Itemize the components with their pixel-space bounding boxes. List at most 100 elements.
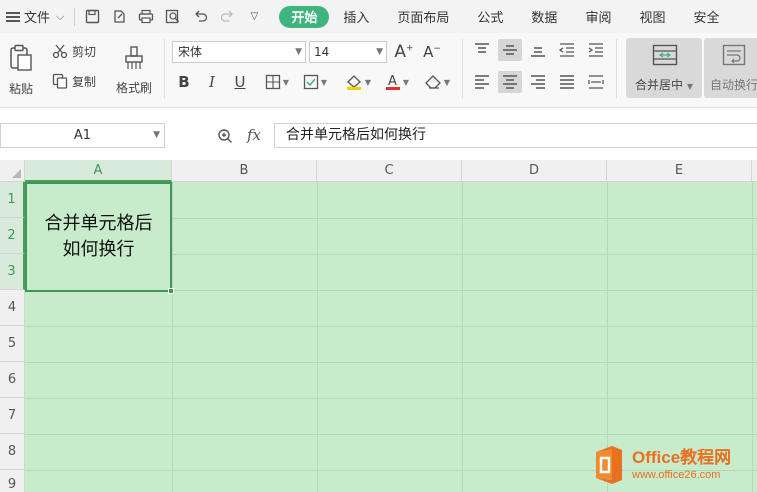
tab-view[interactable]: 视图	[625, 6, 679, 28]
justify-button[interactable]	[556, 71, 578, 93]
tab-security[interactable]: 安全	[679, 6, 733, 28]
copy-icon	[52, 73, 68, 89]
increase-font-button[interactable]: A+	[393, 41, 415, 63]
align-bottom-button[interactable]	[527, 39, 549, 61]
decrease-indent-button[interactable]	[556, 39, 578, 61]
name-box[interactable]: A1 ▼	[0, 123, 165, 148]
gridline	[25, 326, 757, 327]
redo-icon[interactable]	[218, 8, 236, 26]
undo-icon[interactable]	[191, 8, 209, 26]
tab-data[interactable]: 数据	[517, 6, 571, 28]
borders-button[interactable]: ▼	[262, 71, 292, 93]
chevron-down-icon: ▼	[320, 77, 328, 87]
chevron-down-icon: ▼	[295, 47, 302, 57]
chevron-down-icon: ▼	[364, 77, 372, 87]
paint-bucket-icon	[346, 75, 361, 90]
font-name-value: 宋体	[178, 45, 203, 59]
column-header-c[interactable]: C	[317, 160, 462, 182]
chevron-down-icon: ▼	[443, 77, 451, 87]
align-right-button[interactable]	[527, 71, 549, 93]
bold-button[interactable]: B	[175, 71, 193, 93]
gridline	[25, 398, 757, 399]
tab-home[interactable]: 开始	[279, 5, 330, 28]
bold-icon: B	[178, 73, 190, 91]
align-bottom-icon	[531, 47, 545, 57]
customize-toolbar-icon[interactable]: ▽	[245, 8, 263, 26]
clear-format-button[interactable]: ▼	[421, 71, 453, 93]
auto-wrap-label: 自动换行	[709, 78, 757, 92]
distribute-icon	[588, 75, 604, 89]
align-left-button[interactable]	[471, 71, 493, 93]
export-icon[interactable]	[110, 8, 128, 26]
fill-color-button[interactable]: ▼	[342, 71, 374, 93]
row-header-6[interactable]: 6	[0, 362, 25, 398]
row-header-8[interactable]: 8	[0, 434, 25, 470]
cut-button[interactable]: 剪切	[52, 41, 96, 61]
align-top-button[interactable]	[471, 39, 493, 61]
font-name-select[interactable]: 宋体 ▼	[172, 41, 306, 63]
paste-label: 粘贴	[8, 81, 33, 96]
zoom-icon[interactable]	[217, 128, 233, 148]
column-header-e[interactable]: E	[607, 160, 752, 182]
align-center-button[interactable]	[498, 71, 522, 93]
increase-indent-button[interactable]	[585, 39, 607, 61]
tab-insert[interactable]: 插入	[329, 6, 383, 28]
auto-wrap-button[interactable]: 自动换行	[704, 38, 757, 98]
print-preview-icon[interactable]	[164, 8, 182, 26]
gridline	[25, 362, 757, 363]
row-header-3[interactable]: 3	[0, 254, 25, 290]
align-right-icon	[531, 75, 545, 89]
select-all-corner[interactable]	[0, 160, 25, 182]
gridline	[317, 182, 318, 492]
fill-pattern-button[interactable]: ▼	[300, 71, 330, 93]
row-header-4[interactable]: 4	[0, 290, 25, 326]
fx-icon[interactable]: fx	[247, 126, 261, 144]
gridline	[172, 182, 173, 492]
scissors-icon	[52, 44, 68, 59]
copy-button[interactable]: 复制	[52, 71, 96, 91]
tab-formulas[interactable]: 公式	[463, 6, 517, 28]
decrease-font-button[interactable]: A−	[421, 41, 443, 63]
formula-input[interactable]: 合并单元格后如何换行	[274, 123, 757, 148]
column-header-partial	[752, 160, 757, 182]
merge-center-button[interactable]: 合并居中 ▼	[626, 38, 702, 98]
align-middle-button[interactable]	[498, 39, 522, 61]
fill-handle[interactable]	[168, 288, 174, 294]
distribute-button[interactable]	[585, 71, 607, 93]
print-icon[interactable]	[137, 8, 155, 26]
tab-review[interactable]: 审阅	[571, 6, 625, 28]
column-header-a[interactable]: A	[25, 160, 172, 182]
merged-cell-a1[interactable]: 合并单元格后 如何换行	[25, 182, 172, 292]
row-header-9[interactable]: 9	[0, 470, 25, 492]
eraser-icon	[425, 75, 441, 89]
borders-icon	[265, 74, 281, 90]
format-painter-label: 格式刷	[115, 80, 152, 95]
cell-text-line-1: 合并单元格后	[44, 213, 153, 234]
font-color-button[interactable]: A ▼	[382, 71, 412, 93]
align-top-icon	[475, 43, 489, 53]
merge-center-label: 合并居中 ▼	[635, 78, 693, 92]
divider	[74, 7, 76, 26]
svg-text:A: A	[388, 74, 397, 89]
chevron-down-icon: ▼	[376, 47, 383, 57]
underline-button[interactable]: U	[231, 71, 249, 93]
font-size-select[interactable]: 14 ▼	[309, 41, 387, 63]
ribbon-tabs: 开始 插入 页面布局 公式 数据 审阅 视图 安全	[279, 5, 733, 28]
column-header-d[interactable]: D	[462, 160, 607, 182]
row-header-7[interactable]: 7	[0, 398, 25, 434]
paste-button[interactable]: 粘贴	[4, 39, 38, 101]
office-logo-icon	[592, 444, 626, 486]
brush-icon	[125, 45, 143, 69]
file-menu[interactable]: 文件 ⌵	[6, 7, 64, 26]
row-header-1[interactable]: 1	[0, 182, 25, 218]
ribbon: 粘贴 剪切 复制 格式刷 宋体 ▼ 14 ▼ A+ A− B I U ▼ ▼ ▼…	[0, 33, 757, 108]
row-header-2[interactable]: 2	[0, 218, 25, 254]
tab-page-layout[interactable]: 页面布局	[383, 6, 463, 28]
column-header-b[interactable]: B	[172, 160, 317, 182]
gridline	[25, 434, 757, 435]
italic-button[interactable]: I	[203, 71, 221, 93]
save-icon[interactable]	[83, 8, 101, 26]
row-header-5[interactable]: 5	[0, 326, 25, 362]
chevron-down-icon: ▼	[402, 77, 410, 87]
format-painter-button[interactable]: 格式刷	[112, 39, 156, 101]
